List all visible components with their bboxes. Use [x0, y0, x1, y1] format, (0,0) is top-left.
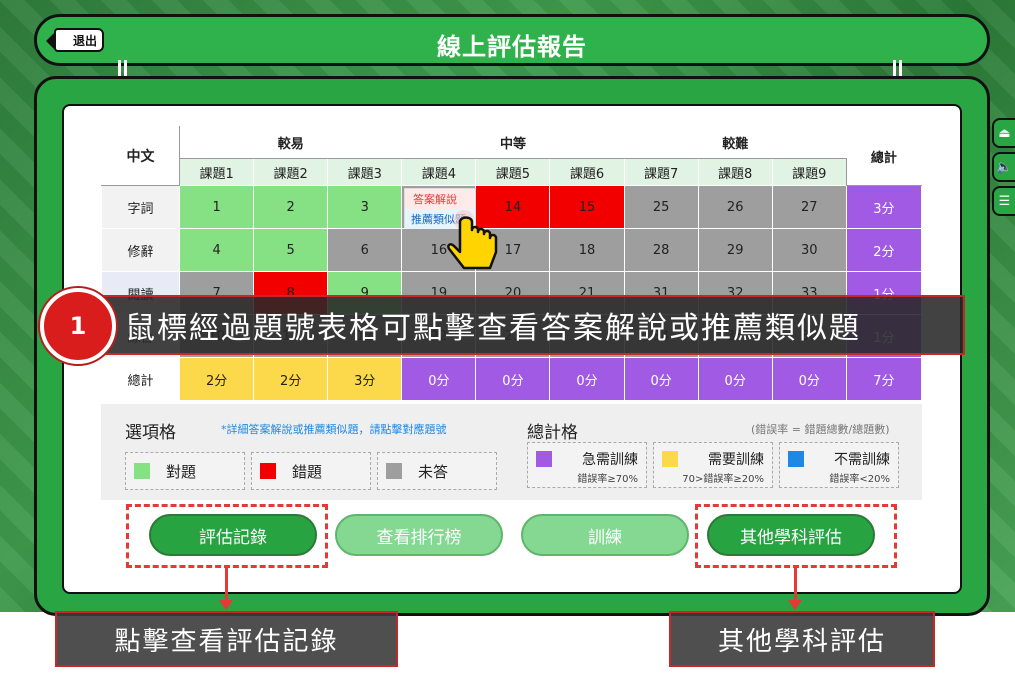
wrong-swatch — [260, 463, 276, 479]
training-button[interactable]: 訓練 — [521, 514, 689, 556]
topic-total-cell: 0分 — [401, 357, 477, 401]
eject-icon[interactable]: ⏏ — [992, 118, 1015, 148]
question-cell[interactable]: 3 — [327, 185, 403, 229]
question-cell[interactable]: 30 — [771, 228, 847, 272]
legend-label: 不需訓練 — [834, 452, 890, 468]
needed-swatch — [662, 451, 678, 467]
legend-unanswered: 未答 — [377, 452, 497, 490]
topic-total-cell: 0分 — [623, 357, 699, 401]
legend-panel: 選項格 *詳細答案解說或推薦類似題，請點擊對應題號 總計格 (錯誤率 = 錯題總… — [101, 404, 922, 500]
topic-total-cell: 2分 — [179, 357, 255, 401]
legend-label: 錯題 — [292, 462, 323, 481]
total-legend-title: 總計格 — [527, 423, 578, 443]
topic-total-cell: 2分 — [253, 357, 329, 401]
question-cell[interactable]: 28 — [623, 228, 699, 272]
question-cell[interactable]: 29 — [697, 228, 773, 272]
total-header: 總計 — [845, 126, 923, 186]
arrow-down-icon — [788, 568, 802, 610]
group-header: 較易 — [179, 126, 403, 159]
legend-urgent: 急需訓練 錯誤率≥70% — [527, 442, 647, 488]
question-cell[interactable]: 4 — [179, 228, 255, 272]
menu-icon[interactable]: ☰ — [992, 186, 1015, 216]
topic-header: 課題8 — [697, 158, 773, 186]
legend-correct: 對題 — [125, 452, 245, 490]
topic-header: 課題9 — [771, 158, 847, 186]
topic-header: 課題3 — [327, 158, 403, 186]
legend-needed: 需要訓練 70>錯誤率≥20% — [653, 442, 773, 488]
table-row: 總計 2分 2分 3分 0分 0分 0分 0分 0分 0分 7分 — [100, 357, 923, 401]
not-needed-swatch — [788, 451, 804, 467]
legend-label: 對題 — [166, 462, 197, 481]
other-subjects-button[interactable]: 其他學科評估 — [707, 514, 875, 556]
topic-header: 課題6 — [549, 158, 625, 186]
page-title: 線上評估報告 — [437, 33, 587, 61]
legend-label: 未答 — [418, 462, 449, 481]
row-total-cell: 2分 — [845, 228, 923, 272]
urgent-swatch — [536, 451, 552, 467]
legend-note: *詳細答案解說或推薦類似題，請點擊對應題號 — [221, 423, 447, 436]
exit-button[interactable]: 退出 — [46, 28, 104, 52]
arrow-down-icon — [219, 568, 233, 610]
speaker-icon[interactable]: 🔈 — [992, 152, 1015, 182]
other-subjects-callout: 其他學科評估 — [669, 611, 935, 667]
row-label: 字詞 — [100, 185, 181, 229]
row-label: 修辭 — [100, 228, 181, 272]
topic-total-cell: 3分 — [327, 357, 403, 401]
legend-wrong: 錯題 — [251, 452, 371, 490]
legend-sublabel: 錯誤率≥70% — [577, 474, 638, 485]
pointer-hand-icon — [447, 210, 498, 270]
question-cell[interactable]: 6 — [327, 228, 403, 272]
exit-label: 退出 — [72, 33, 97, 48]
question-cell[interactable]: 25 — [623, 185, 699, 229]
question-cell[interactable]: 2 — [253, 185, 329, 229]
annotation-banner: 鼠標經過題號表格可點擊查看答案解說或推薦類似題 — [95, 295, 965, 355]
topic-total-cell: 0分 — [549, 357, 625, 401]
question-cell[interactable]: 27 — [771, 185, 847, 229]
records-button[interactable]: 評估記錄 — [149, 514, 317, 556]
annotation-text: 鼠標經過題號表格可點擊查看答案解說或推薦類似題 — [125, 311, 861, 346]
topic-header: 課題7 — [623, 158, 699, 186]
ranking-button[interactable]: 查看排行榜 — [335, 514, 503, 556]
question-cell[interactable]: 5 — [253, 228, 329, 272]
topic-total-cell: 0分 — [771, 357, 847, 401]
group-header: 中等 — [401, 126, 625, 159]
question-cell[interactable]: 26 — [697, 185, 773, 229]
correct-swatch — [134, 463, 150, 479]
topic-total-cell: 0分 — [697, 357, 773, 401]
unanswered-swatch — [386, 463, 402, 479]
legend-label: 急需訓練 — [582, 452, 638, 468]
question-cell[interactable]: 15 — [549, 185, 625, 229]
grand-total-cell: 7分 — [845, 357, 923, 401]
records-callout: 點擊查看評估記錄 — [55, 611, 398, 667]
question-cell[interactable]: 1 — [179, 185, 255, 229]
legend-sublabel: 70>錯誤率≥20% — [682, 474, 764, 485]
error-rate-formula: (錯誤率 = 錯題總數/總題數) — [751, 423, 890, 436]
legend-sublabel: 錯誤率<20% — [829, 474, 890, 485]
answer-explanation-link[interactable]: 答案解說 — [405, 189, 475, 209]
row-total-cell: 3分 — [845, 185, 923, 229]
legend-not-needed: 不需訓練 錯誤率<20% — [779, 442, 899, 488]
topic-header: 課題1 — [179, 158, 255, 186]
topic-header: 課題5 — [475, 158, 551, 186]
topic-header: 課題2 — [253, 158, 329, 186]
title-bar: 線上評估報告 — [34, 14, 990, 66]
question-cell[interactable]: 18 — [549, 228, 625, 272]
table-corner: 中文 — [100, 126, 181, 186]
step-number-badge: 1 — [40, 288, 116, 364]
group-header: 較難 — [623, 126, 847, 159]
topic-header: 課題4 — [401, 158, 477, 186]
topic-total-cell: 0分 — [475, 357, 551, 401]
side-toolbar: ⏏ 🔈 ☰ — [992, 118, 1015, 218]
row-label: 總計 — [100, 357, 181, 401]
legend-label: 需要訓練 — [708, 452, 764, 468]
options-legend-title: 選項格 — [125, 423, 176, 443]
